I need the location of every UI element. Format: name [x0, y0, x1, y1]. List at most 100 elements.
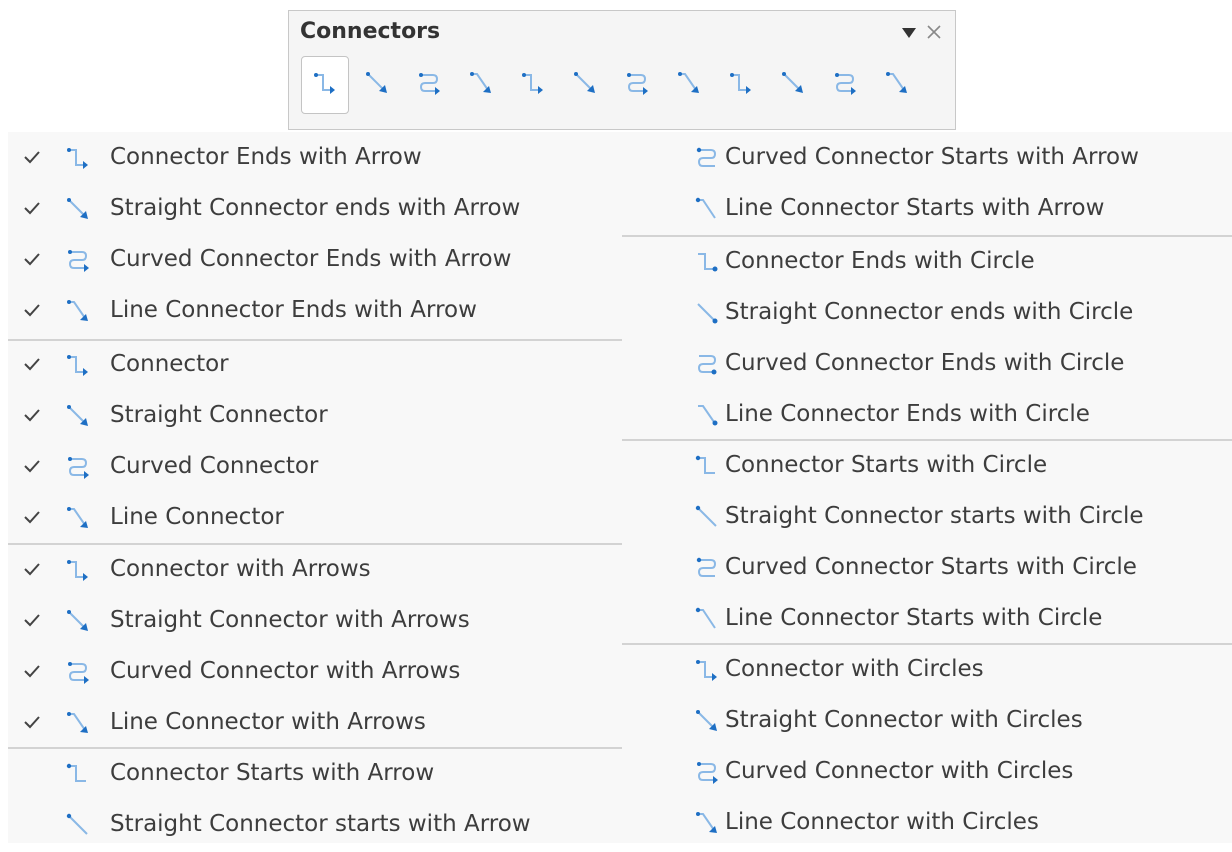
curved-connector-icon [624, 70, 650, 100]
close-icon[interactable] [925, 23, 943, 41]
connector-icon [694, 249, 720, 275]
menu-item[interactable]: Straight Connector ends with Arrow [8, 185, 622, 236]
menu-item[interactable]: Line Connector Starts with Arrow [622, 185, 1232, 236]
menu-item[interactable]: Line Connector [8, 494, 622, 545]
curved-connector-icon [694, 555, 720, 581]
menu-item[interactable]: Straight Connector with Arrows [8, 597, 622, 648]
straight-connector-icon [694, 504, 720, 530]
connector-menu-left: Connector Ends with Arrow Straight Conne… [8, 132, 622, 843]
menu-item-label: Curved Connector [110, 453, 319, 479]
menu-item[interactable]: Connector with Arrows [8, 546, 622, 597]
line-connector-icon [65, 298, 91, 324]
menu-item[interactable]: Line Connector Ends with Circle [622, 391, 1232, 442]
menu-separator [622, 235, 1232, 237]
menu-item[interactable]: Curved Connector with Arrows [8, 648, 622, 699]
toolbar-button-straight-connector[interactable] [561, 56, 609, 114]
line-connector-icon [694, 402, 720, 428]
menu-item-label: Curved Connector Starts with Arrow [725, 144, 1139, 170]
checkmark-icon [22, 712, 42, 732]
menu-item-label: Connector Starts with Circle [725, 452, 1048, 478]
menu-item-label: Line Connector Ends with Circle [725, 401, 1090, 427]
menu-item[interactable]: Straight Connector starts with Circle [622, 493, 1232, 544]
menu-separator [622, 439, 1232, 441]
checkmark-icon [22, 405, 42, 425]
menu-item[interactable]: Connector [8, 341, 622, 392]
line-connector-icon [694, 196, 720, 222]
menu-item[interactable]: Curved Connector Starts with Circle [622, 544, 1232, 595]
menu-item-label: Connector [110, 351, 229, 377]
menu-item[interactable]: Line Connector with Circles [622, 799, 1232, 850]
toolbar-button-connector[interactable] [509, 56, 557, 114]
toolbar-button-line-connector[interactable] [665, 56, 713, 114]
curved-connector-icon [65, 454, 91, 480]
menu-item-label: Curved Connector with Circles [725, 758, 1074, 784]
straight-connector-with-arrows-icon [780, 70, 806, 100]
line-connector-ends-arrow-icon [468, 70, 494, 100]
menu-item[interactable]: Curved Connector [8, 443, 622, 494]
checkmark-icon [22, 507, 42, 527]
toolbar-button-curved-connector[interactable] [613, 56, 661, 114]
toolbar-button-curved-connector-ends-arrow[interactable] [405, 56, 453, 114]
menu-item-label: Straight Connector ends with Circle [725, 299, 1134, 325]
menu-item[interactable]: Connector Ends with Arrow [8, 134, 622, 185]
straight-connector-ends-arrow-icon [364, 70, 390, 100]
menu-item[interactable]: Straight Connector starts with Arrow [8, 801, 622, 852]
connector-icon [520, 70, 546, 100]
menu-item-label: Curved Connector Ends with Circle [725, 350, 1125, 376]
dropdown-arrow-icon[interactable] [901, 25, 917, 39]
menu-item[interactable]: Straight Connector with Circles [622, 697, 1232, 748]
menu-item-label: Curved Connector Starts with Circle [725, 554, 1137, 580]
menu-item-label: Line Connector Starts with Circle [725, 605, 1103, 631]
checkmark-icon [22, 198, 42, 218]
toolbar-button-straight-connector-ends-arrow[interactable] [353, 56, 401, 114]
connector-icon [65, 145, 91, 171]
menu-item[interactable]: Connector Starts with Arrow [8, 750, 622, 801]
menu-item[interactable]: Straight Connector ends with Circle [622, 289, 1232, 340]
menu-item[interactable]: Line Connector Starts with Circle [622, 595, 1232, 646]
line-connector-icon [676, 70, 702, 100]
curved-connector-icon [694, 759, 720, 785]
checkmark-icon [22, 354, 42, 374]
connector-icon [65, 761, 91, 787]
straight-connector-icon [65, 608, 91, 634]
menu-item[interactable]: Curved Connector Ends with Circle [622, 340, 1232, 391]
menu-item-label: Line Connector Ends with Arrow [110, 297, 477, 323]
menu-item-label: Connector Starts with Arrow [110, 760, 435, 786]
toolbar-button-straight-connector-with-arrows[interactable] [769, 56, 817, 114]
menu-item[interactable]: Line Connector Ends with Arrow [8, 287, 622, 338]
menu-item-label: Straight Connector with Circles [725, 707, 1083, 733]
menu-item-label: Connector Ends with Arrow [110, 144, 422, 170]
menu-item-label: Straight Connector [110, 402, 328, 428]
toolbar-button-curved-connector-with-arrows[interactable] [821, 56, 869, 114]
menu-item-label: Connector with Circles [725, 656, 984, 682]
toolbar-button-connector-with-arrows[interactable] [717, 56, 765, 114]
menu-item[interactable]: Connector Starts with Circle [622, 442, 1232, 493]
menu-item-label: Connector Ends with Circle [725, 248, 1035, 274]
menu-separator [622, 643, 1232, 645]
connector-menu-right: Curved Connector Starts with Arrow Line … [622, 132, 1232, 843]
curved-connector-icon [65, 659, 91, 685]
menu-item[interactable]: Curved Connector Ends with Arrow [8, 236, 622, 287]
menu-item-label: Line Connector with Circles [725, 809, 1039, 835]
menu-item[interactable]: Connector with Circles [622, 646, 1232, 697]
toolbar-button-line-connector-ends-arrow[interactable] [457, 56, 505, 114]
checkmark-icon [22, 300, 42, 320]
connector-icon [65, 352, 91, 378]
curved-connector-with-arrows-icon [832, 70, 858, 100]
menu-item-label: Line Connector [110, 504, 284, 530]
checkmark-icon [22, 814, 42, 834]
menu-item[interactable]: Connector Ends with Circle [622, 238, 1232, 289]
menu-item-label: Line Connector Starts with Arrow [725, 195, 1105, 221]
menu-item-label: Curved Connector with Arrows [110, 658, 461, 684]
line-connector-icon [65, 505, 91, 531]
curved-connector-icon [65, 247, 91, 273]
menu-item[interactable]: Curved Connector with Circles [622, 748, 1232, 799]
menu-separator [8, 747, 622, 749]
menu-item[interactable]: Line Connector with Arrows [8, 699, 622, 750]
menu-item[interactable]: Straight Connector [8, 392, 622, 443]
checkmark-icon [22, 147, 42, 167]
toolbar-button-line-connector-with-arrows[interactable] [873, 56, 921, 114]
menu-item[interactable]: Curved Connector Starts with Arrow [622, 134, 1232, 185]
toolbar-button-connector-ends-arrow[interactable] [301, 56, 349, 114]
menu-item-label: Straight Connector starts with Circle [725, 503, 1144, 529]
